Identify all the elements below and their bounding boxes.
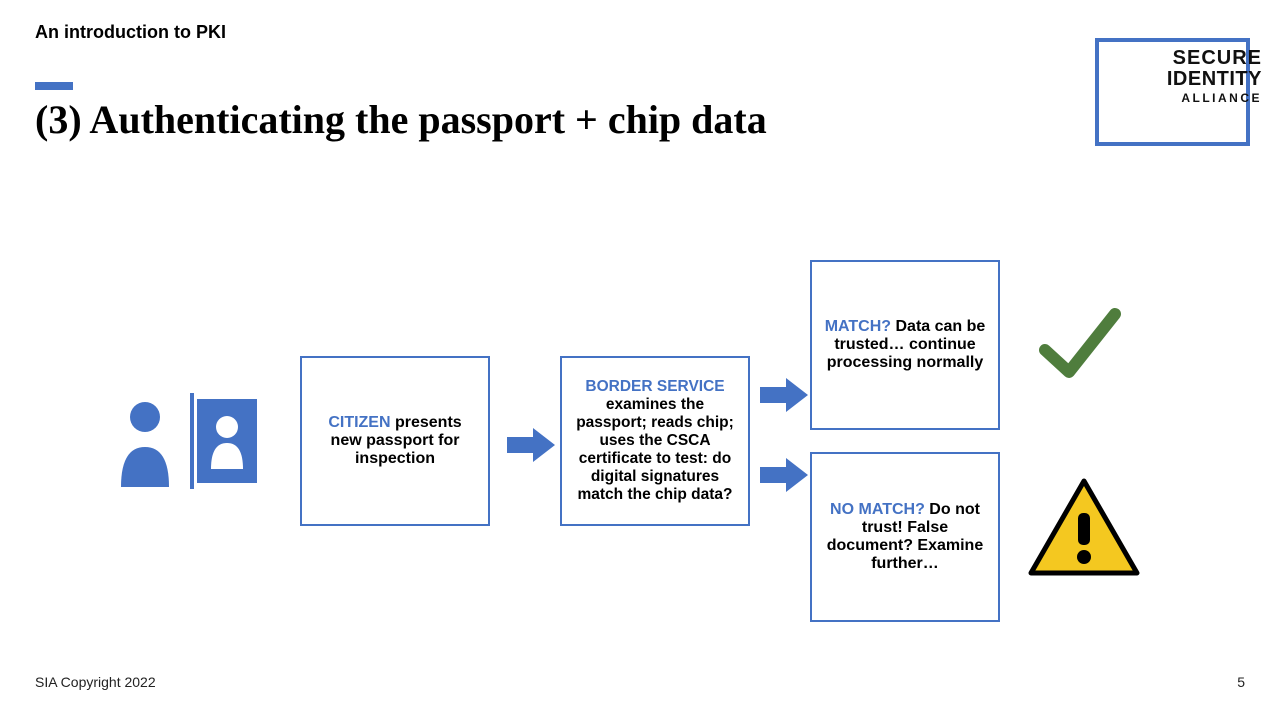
box-match: MATCH? Data can be trusted… continue pro… xyxy=(810,260,1000,430)
box-border: BORDER SERVICE examines the passport; re… xyxy=(560,356,750,526)
arrow-border-to-nomatch xyxy=(760,458,808,492)
footer-copyright: SIA Copyright 2022 xyxy=(35,674,156,690)
box-nomatch-text: NO MATCH? Do not trust! False document? … xyxy=(824,501,986,573)
header-label: An introduction to PKI xyxy=(35,22,226,43)
accent-bar xyxy=(35,82,73,90)
person-icon xyxy=(115,395,187,487)
box-match-text: MATCH? Data can be trusted… continue pro… xyxy=(824,318,986,372)
box-nomatch-label: NO MATCH? xyxy=(830,501,925,518)
box-border-text: BORDER SERVICE examines the passport; re… xyxy=(574,378,736,504)
box-citizen-text: CITIZEN presents new passport for inspec… xyxy=(314,414,476,468)
id-card-icon xyxy=(197,399,257,483)
box-nomatch: NO MATCH? Do not trust! False document? … xyxy=(810,452,1000,622)
logo-line2: IDENTITY xyxy=(1167,69,1262,90)
warning-icon xyxy=(1025,475,1143,585)
citizen-icons xyxy=(115,393,257,489)
arrow-citizen-to-border xyxy=(507,428,555,462)
logo-text: SECURE IDENTITY ALLIANCE xyxy=(1167,48,1262,107)
page-title: (3) Authenticating the passport + chip d… xyxy=(35,96,767,143)
checkmark-icon xyxy=(1035,300,1125,395)
box-match-label: MATCH? xyxy=(825,318,891,335)
logo-line1: SECURE xyxy=(1167,48,1262,69)
logo-line3: ALLIANCE xyxy=(1167,90,1262,107)
divider-icon xyxy=(187,393,197,489)
arrow-border-to-match xyxy=(760,378,808,412)
box-border-body: examines the passport; reads chip; uses … xyxy=(576,396,734,503)
box-citizen-label: CITIZEN xyxy=(328,414,390,431)
box-border-label: BORDER SERVICE xyxy=(585,378,724,395)
flow-diagram: CITIZEN presents new passport for inspec… xyxy=(115,260,1240,660)
footer-page-number: 5 xyxy=(1237,674,1245,690)
box-citizen: CITIZEN presents new passport for inspec… xyxy=(300,356,490,526)
